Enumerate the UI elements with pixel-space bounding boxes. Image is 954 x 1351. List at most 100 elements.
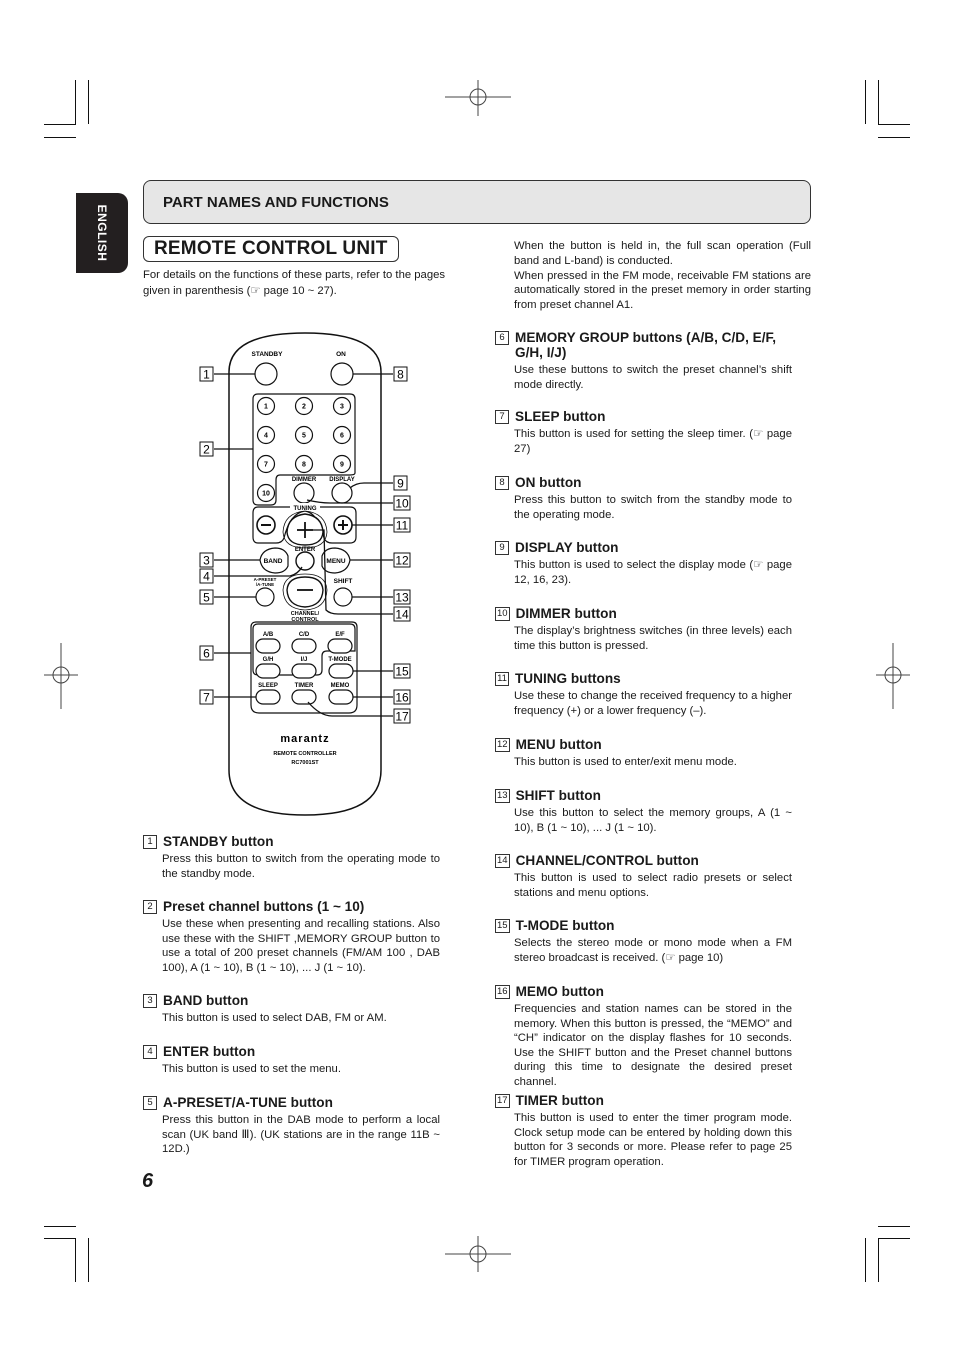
part-description: This button is used to select the displa… bbox=[514, 559, 792, 586]
intro-text: For details on the functions of these pa… bbox=[143, 269, 446, 297]
part-item: 13 SHIFT button Use this button to select … bbox=[495, 788, 792, 835]
apreset-atune-button[interactable] bbox=[255, 587, 275, 607]
label-timer: TIMER bbox=[295, 683, 314, 689]
part-item: 2 Preset channel buttons (1 ~ 10) Use thes… bbox=[143, 899, 440, 975]
part-heading: 11 TUNING buttons bbox=[495, 671, 792, 686]
part-item: 3 BAND button This button is used to selec… bbox=[143, 993, 440, 1026]
language-tab-label: ENGLISH bbox=[95, 204, 109, 262]
part-title: SHIFT button bbox=[515, 788, 601, 803]
part-description: Use this button to select the memory gro… bbox=[514, 807, 792, 834]
part-item: 10 DIMMER button The display’s brightness … bbox=[495, 606, 792, 653]
part-description: Use these when presenting and recalling … bbox=[162, 918, 440, 974]
label-shift: SHIFT bbox=[334, 578, 353, 585]
part-number: 3 bbox=[143, 994, 157, 1008]
preset-button-label: 8 bbox=[302, 462, 306, 469]
part-description: This button is used to set the menu. bbox=[162, 1063, 341, 1075]
part-description: Press this button to switch from the ope… bbox=[162, 853, 440, 880]
part-description: This button is used to select DAB, FM or… bbox=[162, 1012, 387, 1024]
label-menu: MENU bbox=[326, 558, 345, 565]
part-item: 4 ENTER button This button is used to set … bbox=[143, 1044, 440, 1077]
memory-group-button[interactable] bbox=[255, 663, 281, 679]
part-title: TIMER button bbox=[515, 1093, 604, 1108]
callout-number: 13 bbox=[395, 591, 409, 605]
on-button[interactable] bbox=[330, 362, 354, 386]
standby-button[interactable] bbox=[254, 362, 278, 386]
part-description: Frequencies and station names can be sto… bbox=[514, 1003, 792, 1088]
registration-mark-bottom bbox=[445, 1236, 511, 1272]
part-number: 5 bbox=[143, 1096, 157, 1110]
continued-paragraph: When the button is held in, the full sca… bbox=[514, 240, 811, 267]
part-number: 1 bbox=[143, 835, 157, 849]
dimmer-button[interactable] bbox=[293, 482, 315, 504]
preset-button-label: 6 bbox=[340, 433, 344, 440]
part-description: This button is used for setting the slee… bbox=[514, 428, 792, 455]
channel-down-button[interactable] bbox=[286, 576, 324, 608]
part-item: 12 MENU button This button is used to ente… bbox=[495, 737, 792, 770]
part-description: Press this button in the DAB mode to per… bbox=[162, 1114, 440, 1155]
enter-button[interactable] bbox=[295, 551, 315, 571]
part-title: A-PRESET/A-TUNE button bbox=[163, 1095, 333, 1110]
part-heading: 13 SHIFT button bbox=[495, 788, 792, 803]
part-description: Press this button to switch from the sta… bbox=[514, 494, 792, 521]
memory-group-label: A/B bbox=[263, 632, 274, 638]
sleep-button[interactable] bbox=[255, 689, 281, 705]
preset-button-label: 10 bbox=[262, 491, 270, 498]
page-number: 6 bbox=[142, 1170, 154, 1192]
part-item: 14 CHANNEL/CONTROL button This button is u… bbox=[495, 853, 792, 900]
part-title: SLEEP button bbox=[515, 409, 606, 424]
part-number: 12 bbox=[495, 738, 510, 752]
callout-number: 10 bbox=[395, 497, 409, 511]
callout-number: 17 bbox=[395, 710, 409, 724]
part-heading: 4 ENTER button bbox=[143, 1044, 440, 1059]
timer-button[interactable] bbox=[291, 689, 317, 705]
part-item: 15 T-MODE button Selects the stereo mode o… bbox=[495, 918, 792, 965]
preset-button-label: 7 bbox=[264, 462, 268, 469]
part-item: 5 A-PRESET/A-TUNE button Press this button… bbox=[143, 1095, 440, 1157]
part-item: 6 MEMORY GROUP buttons (A/B, C/D, E/F, G/… bbox=[495, 330, 792, 392]
memory-group-button[interactable] bbox=[327, 638, 353, 654]
memory-group-button[interactable] bbox=[255, 638, 281, 654]
part-title: BAND button bbox=[163, 993, 249, 1008]
part-title: MENU button bbox=[515, 737, 602, 752]
part-heading: 12 MENU button bbox=[495, 737, 792, 752]
memory-group-label: I/J bbox=[301, 657, 308, 663]
label-standby: STANDBY bbox=[252, 351, 284, 358]
part-number: 15 bbox=[495, 919, 510, 933]
registration-mark-right bbox=[876, 643, 910, 709]
part-title: MEMO button bbox=[515, 984, 604, 999]
part-description: Use these buttons to switch the preset c… bbox=[514, 364, 792, 391]
label-atune: /A-TUNE bbox=[256, 582, 274, 587]
part-number: 13 bbox=[495, 789, 510, 803]
part-number: 9 bbox=[495, 541, 509, 555]
label-tmode: T-MODE bbox=[328, 657, 351, 663]
label-on: ON bbox=[336, 351, 346, 358]
part-item: 17 TIMER button This button is used to ent… bbox=[495, 1093, 792, 1169]
part-description: This button is used to select radio pres… bbox=[514, 872, 792, 899]
callout-number: 1 bbox=[203, 368, 210, 382]
memo-button[interactable] bbox=[328, 689, 354, 705]
continued-paragraph: When pressed in the FM mode, receivable … bbox=[514, 269, 811, 312]
part-title: MEMORY GROUP buttons (A/B, C/D, E/F, G/H… bbox=[515, 330, 777, 360]
part-title: ON button bbox=[515, 475, 582, 490]
part-description: The display’s brightness switches (in th… bbox=[514, 625, 792, 652]
continued-text: When the button is held in, the full sca… bbox=[514, 239, 811, 313]
shift-button[interactable] bbox=[333, 587, 353, 607]
display-button[interactable] bbox=[331, 482, 353, 504]
part-number: 17 bbox=[495, 1094, 510, 1108]
part-number: 14 bbox=[495, 854, 510, 868]
callout-number: 9 bbox=[397, 477, 404, 491]
part-item: 9 DISPLAY button This button is used to se… bbox=[495, 540, 792, 587]
part-title: CHANNEL/CONTROL button bbox=[515, 853, 699, 868]
part-number: 10 bbox=[495, 607, 510, 621]
preset-button-label: 3 bbox=[340, 404, 344, 411]
callout-number: 5 bbox=[203, 591, 210, 605]
callout-number: 7 bbox=[203, 691, 210, 705]
memory-group-button[interactable] bbox=[291, 663, 317, 679]
part-title: STANDBY button bbox=[163, 834, 274, 849]
memory-group-button[interactable] bbox=[291, 638, 317, 654]
unit-title: REMOTE CONTROL UNIT bbox=[143, 236, 399, 262]
tmode-button[interactable] bbox=[328, 663, 354, 679]
label-sleep: SLEEP bbox=[258, 683, 278, 689]
registration-mark-left bbox=[44, 643, 78, 709]
part-heading: 3 BAND button bbox=[143, 993, 440, 1008]
